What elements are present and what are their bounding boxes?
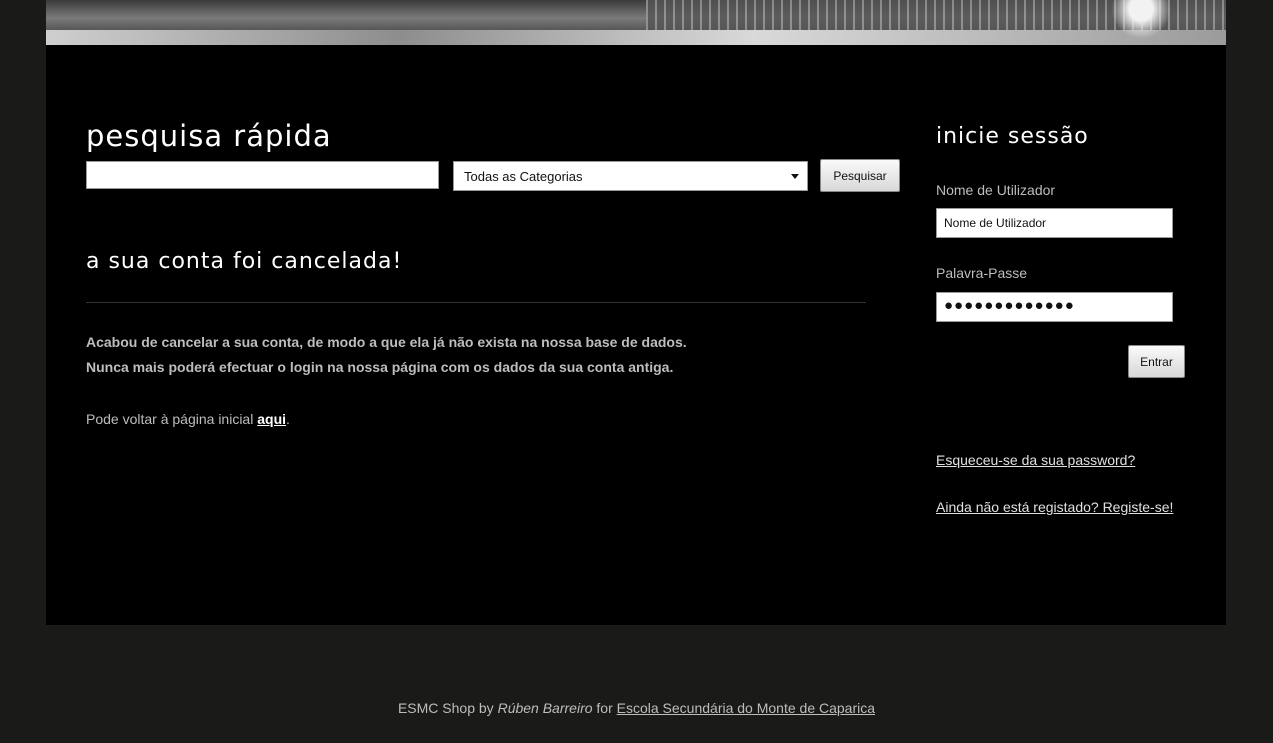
search-title: pesquisa rápida [86, 119, 332, 153]
main-content-panel: pesquisa rápida Todas as Categorias Pesq… [46, 45, 1226, 625]
footer-middle: for [592, 700, 617, 716]
login-button[interactable]: Entrar [1128, 345, 1185, 378]
header-banner-image [46, 0, 1226, 45]
username-field[interactable]: Nome de Utilizador [936, 208, 1173, 238]
chevron-down-icon [791, 174, 799, 179]
search-input[interactable] [86, 161, 439, 189]
footer-author: Rúben Barreiro [497, 700, 593, 716]
forgot-password-link[interactable]: Esqueceu-se da sua password? [936, 452, 1135, 468]
home-link[interactable]: aqui [257, 411, 286, 427]
footer-prefix: ESMC Shop by [397, 700, 498, 716]
category-select[interactable]: Todas as Categorias [453, 161, 808, 191]
page-title: a sua conta foi cancelada! [86, 249, 403, 274]
register-link[interactable]: Ainda não está registado? Registe-se! [936, 499, 1173, 515]
password-field[interactable]: ●●●●●●●●●●●●● [936, 292, 1173, 322]
back-end: . [286, 411, 290, 427]
footer: ESMC Shop by Rúben Barreiro for Escola S… [0, 700, 1273, 716]
back-to-home-text: Pode voltar à página inicial aqui. [86, 411, 290, 427]
banner-tree [1086, 0, 1196, 45]
back-text: Pode voltar à página inicial [86, 411, 258, 427]
divider [86, 302, 866, 303]
category-select-value: Todas as Categorias [464, 169, 583, 184]
username-label: Nome de Utilizador [936, 182, 1056, 198]
message-line-2: Nunca mais poderá efectuar o login na no… [86, 359, 674, 375]
password-label: Palavra-Passe [936, 265, 1028, 281]
banner-ground [46, 30, 1226, 45]
search-button[interactable]: Pesquisar [820, 159, 900, 192]
login-title: inicie sessão [936, 124, 1089, 149]
message-line-1: Acabou de cancelar a sua conta, de modo … [86, 334, 687, 350]
footer-school-link[interactable]: Escola Secundária do Monte de Caparica [617, 700, 875, 716]
